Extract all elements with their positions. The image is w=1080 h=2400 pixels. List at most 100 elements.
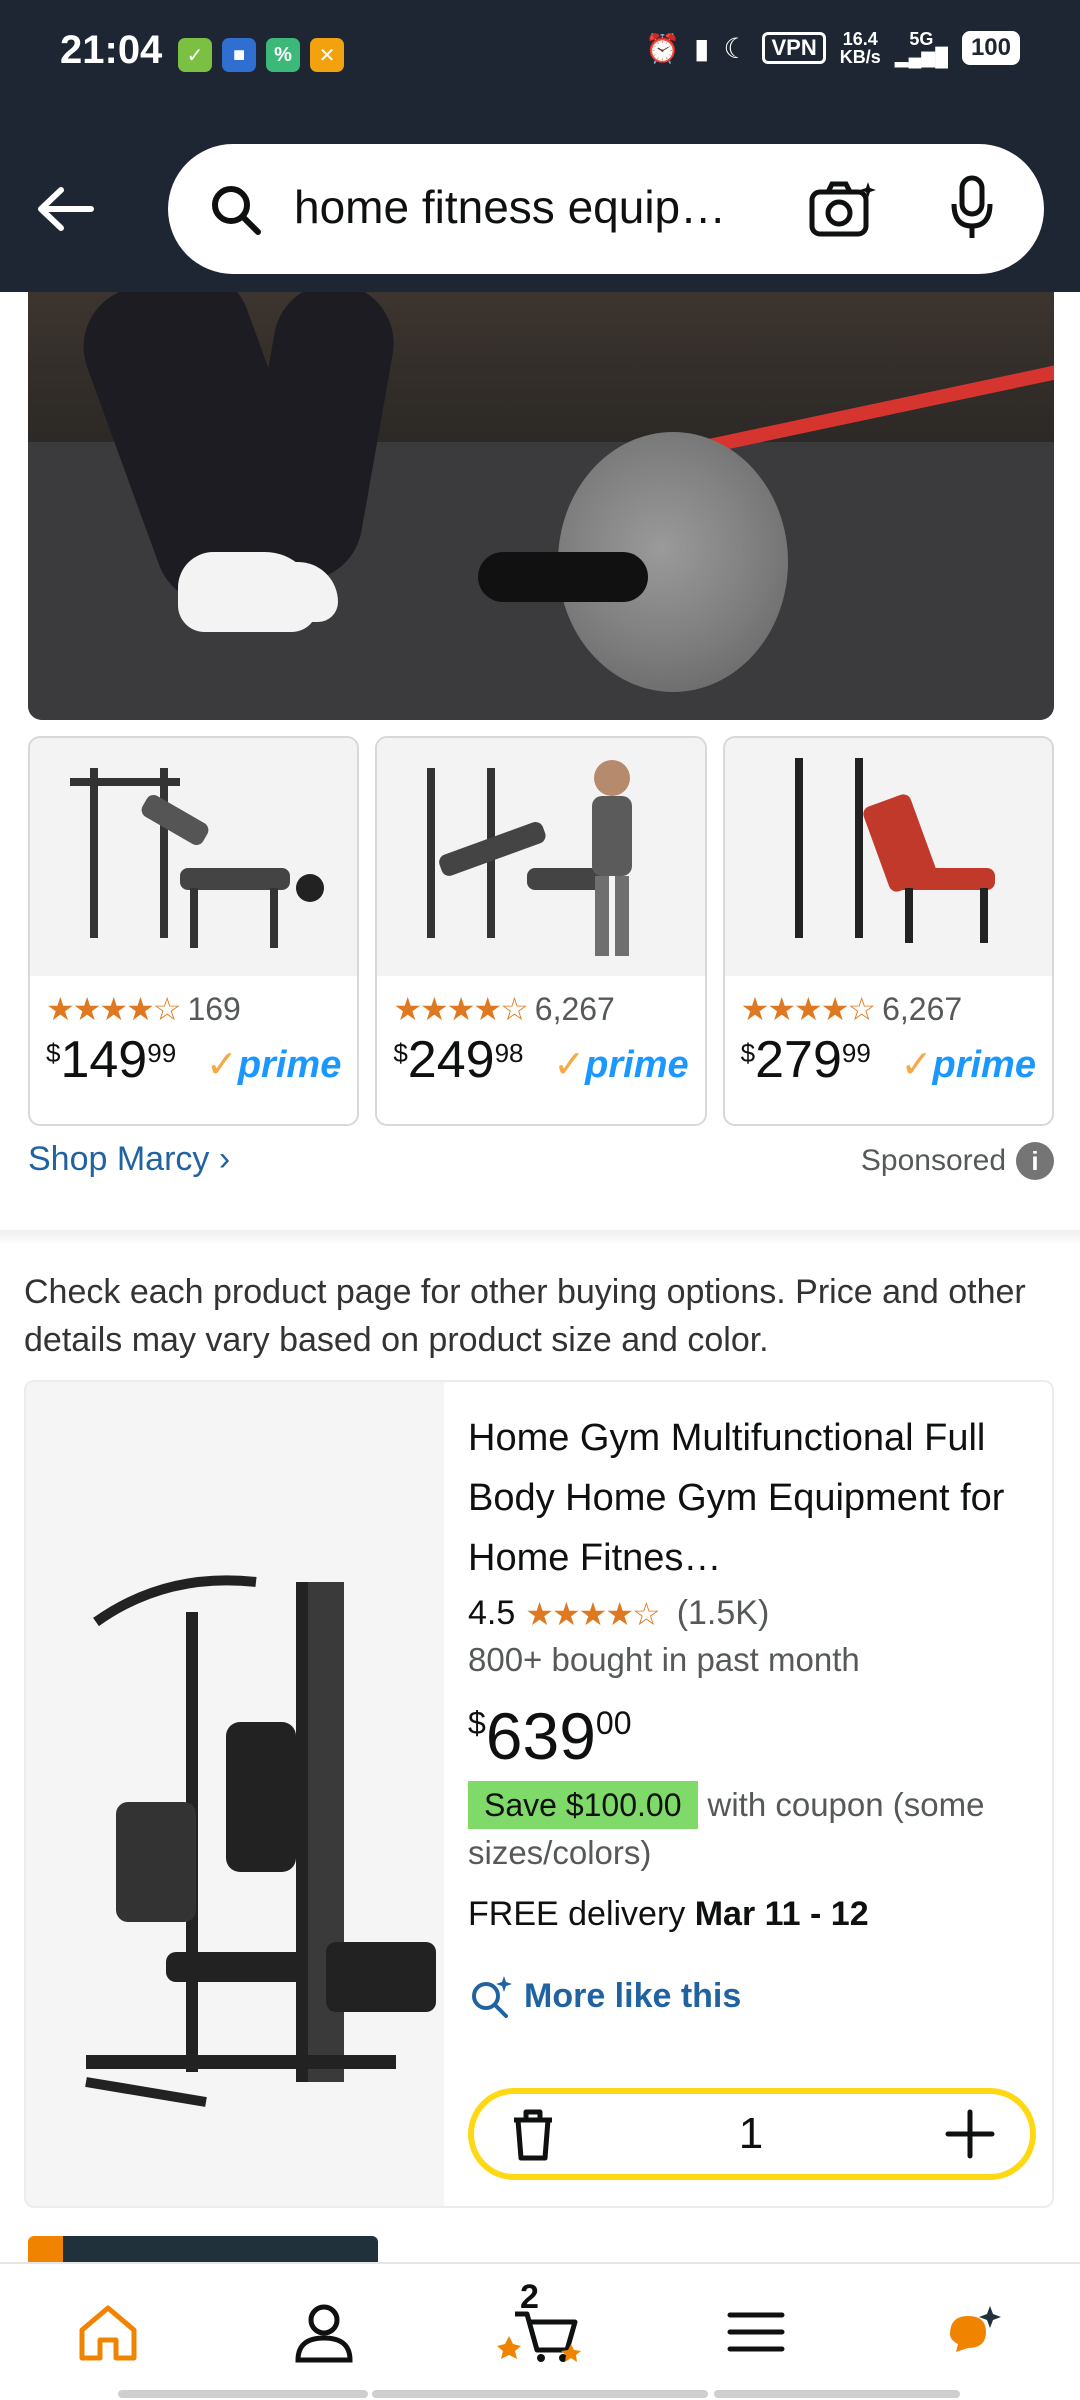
result-details: Home Gym Multifunctional Full Body Home … — [468, 1408, 1038, 2018]
more-like-this-button[interactable]: More like this — [468, 1974, 1038, 2018]
status-bar: 21:04 ✓ ■ % ✕ ⏰ ▮ ☾ VPN 16.4 KB/s 5G ▂▄▆… — [0, 0, 1080, 116]
weight-bench-illustration — [427, 760, 633, 956]
search-icon — [212, 186, 261, 235]
nav-home[interactable] — [0, 2264, 216, 2400]
back-button[interactable] — [30, 174, 100, 244]
delivery-info: FREE delivery Mar 11 - 12 — [468, 1895, 1038, 1934]
star-rating-icon: ★★★★☆ — [740, 991, 876, 1027]
product-image[interactable] — [30, 738, 358, 976]
prime-badge: ✓prime — [206, 1042, 341, 1087]
prime-badge: ✓prime — [553, 1042, 688, 1087]
status-indicators: ⏰ ▮ ☾ VPN 16.4 KB/s 5G ▂▄▆█ 100 — [645, 30, 1020, 66]
product-rating: ★★★★☆ 6,267 — [377, 976, 704, 1028]
plus-icon[interactable] — [944, 2108, 996, 2160]
tools-app-icon: ✕ — [310, 38, 344, 72]
quantity-stepper: 1 — [468, 2088, 1036, 2180]
net-speed-value: 16.4 — [842, 29, 878, 49]
network-type: 5G — [909, 29, 934, 49]
nav-cart[interactable]: 2 — [432, 2264, 648, 2400]
rating-count: (1.5K) — [676, 1594, 770, 1632]
account-icon — [295, 2304, 353, 2363]
nav-rufus[interactable] — [864, 2264, 1080, 2400]
delivery-date: Mar 11 - 12 — [694, 1895, 869, 1933]
status-app-icons: ✓ ■ % ✕ — [178, 38, 344, 72]
product-rating: ★★★★☆ 6,267 — [725, 976, 1052, 1028]
quantity-value: 1 — [738, 2109, 764, 2158]
rating-count: 6,267 — [882, 990, 963, 1027]
price-currency: $ — [393, 1038, 408, 1068]
nav-account[interactable] — [216, 2264, 432, 2400]
nav-menu[interactable] — [648, 2264, 864, 2400]
star-rating-icon: ★★★★☆ — [525, 1595, 660, 1632]
signal-icon: ▂▄▆█ — [894, 47, 948, 67]
product-price: $ 249 98 ✓prime — [377, 1028, 704, 1092]
battery-indicator: 100 — [961, 31, 1020, 65]
info-icon[interactable]: i — [1016, 1142, 1054, 1180]
price-fraction: 98 — [494, 1038, 524, 1068]
back-arrow-icon — [38, 187, 94, 231]
prime-check-icon: ✓ — [206, 1044, 238, 1086]
price-whole: 279 — [755, 1031, 842, 1089]
prime-check-icon: ✓ — [900, 1044, 933, 1086]
notes-app-icon: ✓ — [178, 38, 212, 72]
alarm-icon: ⏰ — [645, 32, 680, 64]
calculator-app-icon: % — [266, 38, 300, 72]
buying-options-notice: Check each product page for other buying… — [24, 1273, 1026, 1359]
price-whole: 249 — [407, 1031, 495, 1089]
prime-badge-label: prime — [585, 1044, 689, 1086]
price-whole: 639 — [485, 1699, 596, 1773]
rating-value: 4.5 — [468, 1594, 516, 1632]
bought-count: 800+ bought in past month — [468, 1641, 860, 1678]
product-image[interactable] — [377, 738, 705, 976]
sponsored-label[interactable]: Sponsored — [861, 1144, 1006, 1178]
price-currency: $ — [740, 1038, 756, 1068]
star-rating-icon: ★★★★☆ — [46, 991, 181, 1027]
price-whole: 149 — [60, 1031, 148, 1089]
product-image[interactable] — [724, 738, 1052, 976]
product-price: $ 149 99 ✓prime — [30, 1028, 357, 1092]
carousel-product-card[interactable]: ★★★★☆ 6,267 $ 279 99 ✓prime — [722, 736, 1054, 1126]
sponsored-product-carousel: ★★★★☆ 169 $ 149 99 ✓prime ★★★★☆ 6,267 $ … — [28, 736, 1054, 1126]
signal-indicator: 5G ▂▄▆█ — [895, 30, 948, 66]
gesture-bar-segment — [118, 2390, 368, 2398]
coupon-line: Save $100.00 with coupon (some sizes/colo… — [468, 1781, 1038, 1877]
product-price: $ 279 99 ✓prime — [725, 1028, 1052, 1092]
more-like-this-label: More like this — [524, 1976, 742, 2015]
price-fraction: 99 — [841, 1038, 871, 1068]
price-currency: $ — [468, 1705, 486, 1741]
bag-app-icon: ■ — [222, 38, 256, 72]
camera-search-icon[interactable] — [808, 178, 878, 240]
search-result-card[interactable]: Home Gym Multifunctional Full Body Home … — [24, 1380, 1054, 2208]
prime-check-icon: ✓ — [553, 1044, 586, 1086]
delivery-prefix: FREE delivery — [468, 1895, 695, 1933]
result-title[interactable]: Home Gym Multifunctional Full Body Home … — [468, 1408, 1038, 1588]
prime-badge-label: prime — [932, 1044, 1036, 1086]
result-rating[interactable]: 4.5 ★★★★☆ (1.5K) — [468, 1594, 1038, 1633]
carousel-product-card[interactable]: ★★★★☆ 6,267 $ 249 98 ✓prime — [375, 736, 707, 1126]
prime-badge: ✓prime — [901, 1042, 1036, 1087]
shop-brand-link[interactable]: Shop Marcy › — [28, 1140, 230, 1179]
search-input[interactable]: home fitness equip… — [294, 180, 794, 234]
hero-barbell-sleeve — [478, 552, 648, 602]
moon-icon: ☾ — [723, 32, 749, 64]
vibrate-icon: ▮ — [693, 32, 710, 64]
net-speed-unit: KB/s — [839, 47, 881, 67]
carousel-product-card[interactable]: ★★★★☆ 169 $ 149 99 ✓prime — [28, 736, 360, 1126]
trash-icon[interactable] — [508, 2106, 558, 2162]
cart-count: 2 — [520, 2278, 539, 2316]
rating-count: 6,267 — [534, 990, 615, 1027]
prime-badge-label: prime — [237, 1044, 342, 1086]
result-price: $ 639 00 — [468, 1701, 1038, 1771]
price-fraction: 00 — [595, 1705, 632, 1741]
rufus-assistant-icon — [950, 2306, 1001, 2352]
search-bar[interactable]: home fitness equip… — [168, 144, 1044, 274]
result-product-image[interactable] — [26, 1382, 444, 2206]
section-divider — [0, 1230, 1080, 1246]
price-currency: $ — [46, 1038, 61, 1068]
microphone-icon[interactable] — [948, 174, 996, 244]
menu-icon — [727, 2312, 785, 2352]
sponsored-hero-image[interactable] — [28, 292, 1054, 720]
shop-brand-row: Shop Marcy › Sponsored i — [28, 1140, 1054, 1186]
home-gym-illustration — [85, 1575, 436, 2107]
home-icon — [79, 2305, 137, 2361]
